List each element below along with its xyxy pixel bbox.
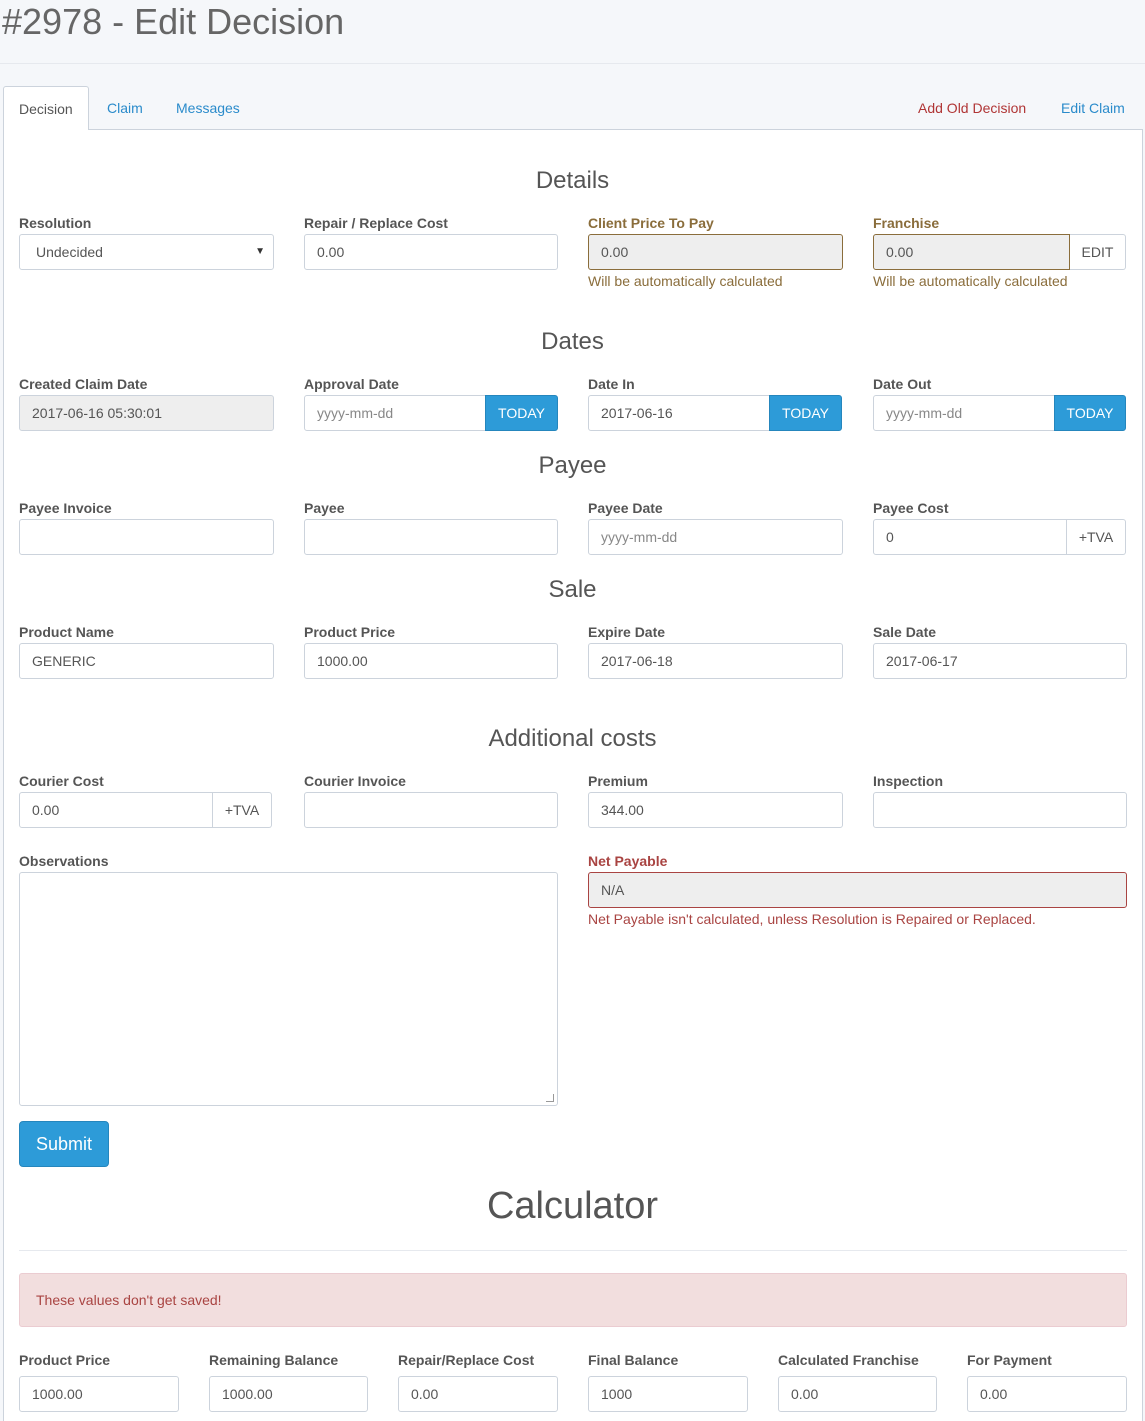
payee-input[interactable]: [304, 519, 558, 555]
product-price-label: Product Price: [304, 624, 396, 640]
calc-franchise-input[interactable]: 0.00: [778, 1376, 937, 1412]
courier-cost-input[interactable]: 0.00: [19, 792, 213, 828]
calc-franchise-label: Calculated Franchise: [778, 1352, 919, 1368]
client-price-input[interactable]: 0.00: [588, 234, 843, 270]
calc-repair-cost-label: Repair/Replace Cost: [398, 1352, 535, 1368]
section-title-additional-costs: Additional costs: [488, 725, 657, 752]
premium-input[interactable]: 344.00: [588, 792, 843, 828]
client-price-help: Will be automatically calculated: [588, 273, 783, 289]
franchise-help: Will be automatically calculated: [873, 273, 1068, 289]
calc-product-price-input[interactable]: 1000.00: [19, 1376, 179, 1412]
approval-date-input[interactable]: yyyy-mm-dd: [304, 395, 486, 431]
calc-for-payment-label: For Payment: [967, 1352, 1052, 1368]
calc-for-payment-input[interactable]: 0.00: [967, 1376, 1127, 1412]
payee-invoice-label: Payee Invoice: [19, 500, 112, 516]
resolution-select[interactable]: Undecided ▼: [19, 234, 274, 270]
product-name-input[interactable]: GENERIC: [19, 643, 274, 679]
add-old-decision-link[interactable]: Add Old Decision: [903, 86, 1041, 130]
courier-invoice-label: Courier Invoice: [304, 773, 406, 789]
payee-invoice-input[interactable]: [19, 519, 274, 555]
sale-date-label: Sale Date: [873, 624, 937, 640]
inspection-label: Inspection: [873, 773, 944, 789]
calc-remaining-balance-input[interactable]: 1000.00: [209, 1376, 368, 1412]
date-in-label: Date In: [588, 376, 635, 392]
net-payable-help: Net Payable isn't calculated, unless Res…: [588, 911, 1036, 927]
resolution-label: Resolution: [19, 215, 92, 231]
date-out-input[interactable]: yyyy-mm-dd: [873, 395, 1055, 431]
net-payable-label: Net Payable: [588, 853, 668, 869]
franchise-input[interactable]: 0.00: [873, 234, 1070, 270]
page-title: #2978 - Edit Decision: [2, 1, 345, 42]
edit-claim-link[interactable]: Edit Claim: [1046, 86, 1140, 130]
franchise-label: Franchise: [873, 215, 940, 231]
date-in-today-button[interactable]: TODAY: [769, 395, 842, 431]
date-in-input[interactable]: 2017-06-16: [588, 395, 770, 431]
premium-label: Premium: [588, 773, 648, 789]
divider: [0, 63, 1145, 64]
calc-remaining-balance-label: Remaining Balance: [209, 1352, 339, 1368]
divider: [19, 1250, 1127, 1251]
calculator-alert: These values don't get saved!: [19, 1273, 1127, 1327]
approval-date-label: Approval Date: [304, 376, 399, 392]
inspection-input[interactable]: [873, 792, 1127, 828]
payee-cost-input[interactable]: 0: [873, 519, 1067, 555]
calculator-title: Calculator: [486, 1185, 659, 1227]
observations-textarea[interactable]: [19, 872, 558, 1106]
sale-date-input[interactable]: 2017-06-17: [873, 643, 1127, 679]
resize-handle-icon[interactable]: [546, 1094, 554, 1102]
calc-repair-cost-input[interactable]: 0.00: [398, 1376, 558, 1412]
payee-cost-label: Payee Cost: [873, 500, 949, 516]
created-date-input[interactable]: 2017-06-16 05:30:01: [19, 395, 274, 431]
caret-down-icon: ▼: [255, 246, 265, 257]
calc-final-balance-input[interactable]: 1000: [588, 1376, 748, 1412]
payee-date-label: Payee Date: [588, 500, 663, 516]
expire-date-input[interactable]: 2017-06-18: [588, 643, 843, 679]
repair-cost-label: Repair / Replace Cost: [304, 215, 448, 231]
expire-date-label: Expire Date: [588, 624, 666, 640]
observations-label: Observations: [19, 853, 109, 869]
product-name-label: Product Name: [19, 624, 114, 640]
submit-button[interactable]: Submit: [19, 1121, 109, 1167]
courier-invoice-input[interactable]: [304, 792, 558, 828]
approval-today-button[interactable]: TODAY: [485, 395, 558, 431]
payee-cost-addon: +TVA: [1067, 519, 1126, 555]
resolution-value: Undecided: [36, 244, 103, 260]
repair-cost-input[interactable]: 0.00: [304, 234, 558, 270]
payee-label: Payee: [304, 500, 345, 516]
net-payable-input[interactable]: N/A: [588, 872, 1127, 908]
tab-bar: Decision Claim Messages Add Old Decision…: [3, 86, 1143, 131]
created-date-label: Created Claim Date: [19, 376, 148, 392]
section-title-sale: Sale: [548, 576, 597, 603]
date-out-today-button[interactable]: TODAY: [1054, 395, 1126, 431]
courier-cost-label: Courier Cost: [19, 773, 104, 789]
franchise-edit-button[interactable]: EDIT: [1070, 234, 1126, 270]
calc-final-balance-label: Final Balance: [588, 1352, 679, 1368]
calc-product-price-label: Product Price: [19, 1352, 111, 1368]
tab-claim[interactable]: Claim: [92, 86, 158, 130]
payee-date-input[interactable]: yyyy-mm-dd: [588, 519, 843, 555]
section-title-dates: Dates: [541, 328, 604, 355]
tab-decision[interactable]: Decision: [3, 86, 89, 131]
tab-messages[interactable]: Messages: [161, 86, 255, 130]
client-price-label: Client Price To Pay: [588, 215, 714, 231]
product-price-input[interactable]: 1000.00: [304, 643, 558, 679]
section-title-payee: Payee: [538, 452, 607, 479]
courier-cost-addon: +TVA: [213, 792, 272, 828]
section-title-details: Details: [535, 167, 610, 194]
date-out-label: Date Out: [873, 376, 932, 392]
